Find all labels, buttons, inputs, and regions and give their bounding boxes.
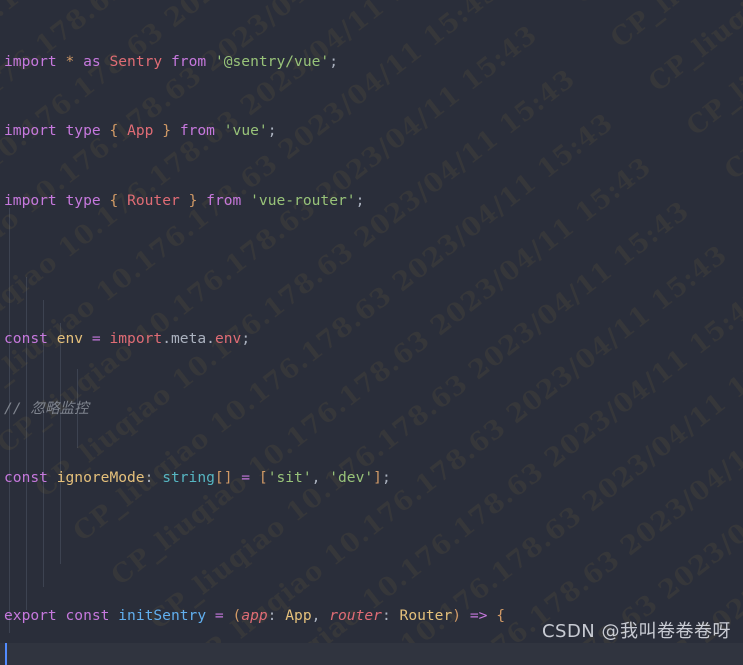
code-line-9: export const initSentry = (app: App, rou… — [4, 607, 506, 625]
editor-bottom-strip — [0, 643, 743, 665]
code-line-7: const ignoreMode: string[] = ['sit', 'de… — [4, 468, 391, 486]
code-line-3: import type { Router } from 'vue-router'… — [4, 191, 365, 209]
code-editor-surface[interactable]: CP_liuqiao 10.176.178.63 2023/04/11 15:4… — [0, 0, 743, 665]
text-caret — [5, 643, 7, 665]
code-line-5: const env = import.meta.env; — [4, 330, 251, 348]
code-content: import * as Sentry from '@sentry/vue'; i… — [0, 0, 743, 665]
code-line-6: // 忽略监控 — [4, 399, 89, 417]
code-line-2: import type { App } from 'vue'; — [4, 122, 277, 140]
code-line-1: import * as Sentry from '@sentry/vue'; — [4, 53, 338, 71]
